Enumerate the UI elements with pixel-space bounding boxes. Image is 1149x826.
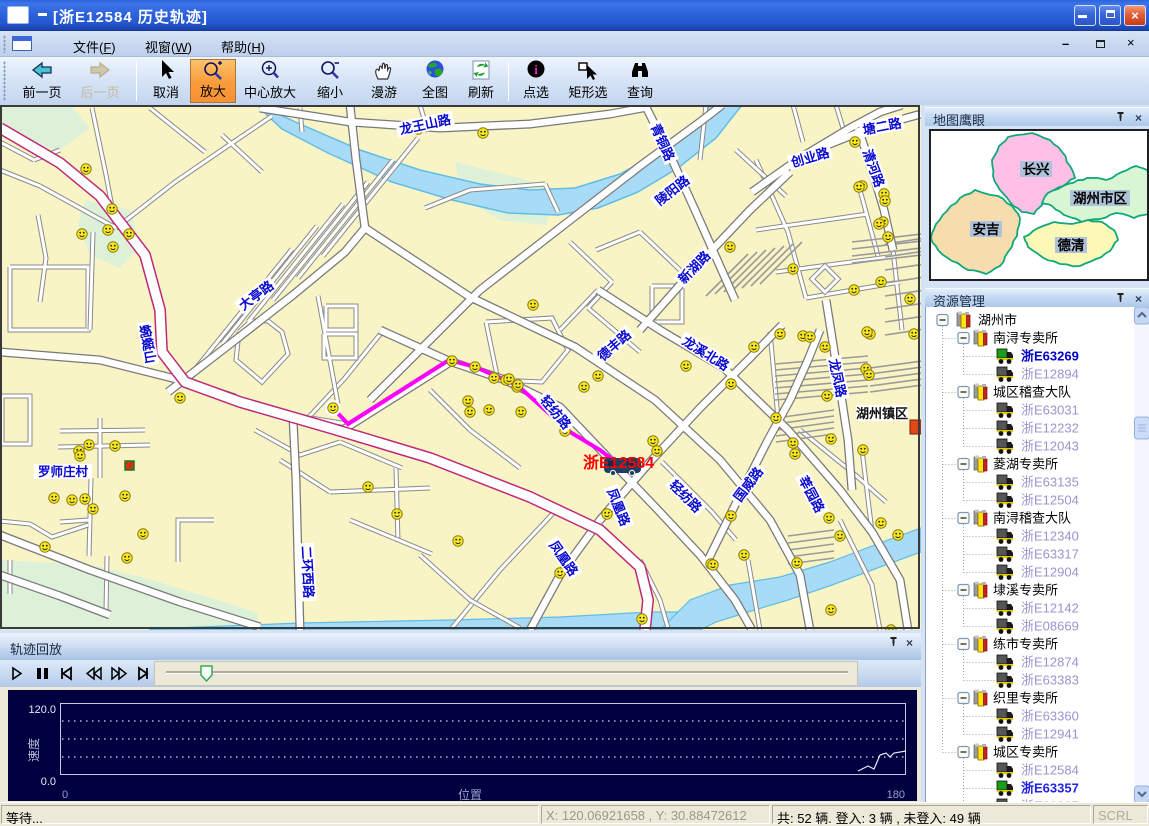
svg-text:练市专卖所: 练市专卖所	[993, 637, 1058, 652]
svg-text:罗师庄村: 罗师庄村	[38, 464, 89, 479]
svg-text:城区专卖所: 城区专卖所	[993, 745, 1058, 760]
svg-text:安吉: 安吉	[973, 221, 1000, 237]
svg-text:浙E63383: 浙E63383	[1021, 673, 1079, 688]
svg-text:速度: 速度	[26, 738, 41, 762]
svg-text:织里专卖所: 织里专卖所	[993, 691, 1058, 706]
svg-text:浙E63360: 浙E63360	[1021, 709, 1079, 724]
svg-text:浙E12142: 浙E12142	[1021, 601, 1079, 616]
svg-text:南浔稽查大队: 南浔稽查大队	[993, 511, 1071, 526]
svg-text:菱湖专卖所: 菱湖专卖所	[993, 457, 1058, 472]
svg-text:湖州市区: 湖州市区	[1073, 190, 1127, 206]
svg-text:浙E12232: 浙E12232	[1021, 421, 1079, 436]
svg-text:浙E12894: 浙E12894	[1021, 367, 1079, 382]
svg-text:长兴: 长兴	[1023, 161, 1051, 177]
svg-text:浙E12584: 浙E12584	[583, 453, 654, 472]
svg-text:湖州市: 湖州市	[978, 313, 1017, 328]
svg-text:德清: 德清	[1058, 237, 1086, 253]
svg-text:位置: 位置	[458, 787, 482, 801]
svg-text:湖州镇区: 湖州镇区	[856, 406, 908, 421]
svg-text:浙E12504: 浙E12504	[1021, 493, 1079, 508]
svg-text:埭溪专卖所: 埭溪专卖所	[993, 583, 1058, 598]
svg-text:0.0: 0.0	[41, 776, 56, 788]
svg-text:浙E63269: 浙E63269	[1021, 349, 1079, 364]
svg-text:浙E63357: 浙E63357	[1021, 781, 1079, 796]
svg-text:浙E63031: 浙E63031	[1021, 403, 1079, 418]
svg-text:浙E63135: 浙E63135	[1021, 475, 1079, 490]
svg-text:浙E12043: 浙E12043	[1021, 439, 1079, 454]
svg-text:浙E12904: 浙E12904	[1021, 565, 1079, 580]
svg-text:0: 0	[62, 789, 68, 801]
svg-text:120.0: 120.0	[28, 704, 56, 716]
svg-text:浙E12584: 浙E12584	[1021, 763, 1079, 778]
svg-text:南浔专卖所: 南浔专卖所	[993, 331, 1058, 346]
svg-text:城区稽查大队: 城区稽查大队	[993, 385, 1071, 400]
svg-text:浙E08669: 浙E08669	[1021, 619, 1079, 634]
svg-text:i: i	[534, 62, 538, 77]
svg-text:180: 180	[887, 789, 905, 801]
svg-text:浙E12941: 浙E12941	[1021, 727, 1079, 742]
svg-text:二环西路: 二环西路	[299, 546, 317, 600]
svg-text:浙E12874: 浙E12874	[1021, 655, 1079, 670]
svg-text:浙E63317: 浙E63317	[1021, 547, 1079, 562]
svg-text:浙E12340: 浙E12340	[1021, 529, 1079, 544]
